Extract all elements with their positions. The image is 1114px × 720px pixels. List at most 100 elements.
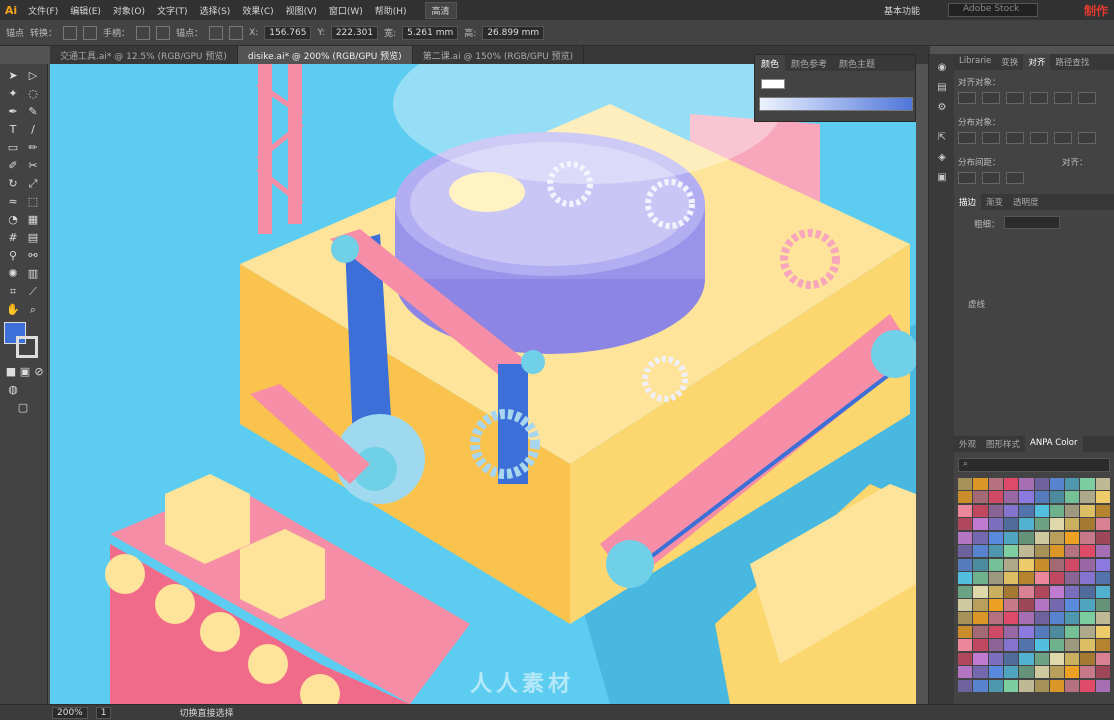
color-swatch[interactable] bbox=[988, 504, 1003, 517]
color-swatch[interactable] bbox=[1034, 518, 1049, 531]
color-swatch[interactable] bbox=[1049, 625, 1065, 638]
color-swatch[interactable] bbox=[1065, 639, 1080, 652]
color-swatch[interactable] bbox=[988, 612, 1003, 625]
rectangle-tool-icon[interactable]: ▭ bbox=[4, 140, 22, 156]
color-swatch[interactable] bbox=[1034, 652, 1049, 665]
color-swatch[interactable] bbox=[958, 585, 973, 598]
rotate-tool-icon[interactable]: ↻ bbox=[4, 176, 22, 192]
color-swatch[interactable] bbox=[1049, 652, 1065, 665]
color-swatch[interactable] bbox=[988, 518, 1003, 531]
color-swatch[interactable] bbox=[1095, 504, 1110, 517]
color-swatch[interactable] bbox=[988, 572, 1003, 585]
tab-pathfinder[interactable]: 路径查找 bbox=[1050, 54, 1094, 70]
color-swatch[interactable] bbox=[1019, 558, 1034, 571]
color-swatch[interactable] bbox=[1080, 598, 1095, 611]
shaper-tool-icon[interactable]: ✐ bbox=[4, 158, 22, 174]
color-swatch[interactable] bbox=[1034, 572, 1049, 585]
workspace-switcher[interactable]: 基本功能 bbox=[884, 4, 920, 17]
color-swatch[interactable] bbox=[1095, 531, 1110, 544]
stock-search-input[interactable]: Adobe Stock bbox=[948, 3, 1038, 17]
eyedropper-icon[interactable]: ⚲ bbox=[4, 248, 22, 264]
color-swatch[interactable] bbox=[958, 666, 973, 679]
color-swatch[interactable] bbox=[973, 558, 988, 571]
color-swatch[interactable] bbox=[988, 558, 1003, 571]
color-swatch[interactable] bbox=[973, 518, 988, 531]
color-swatch[interactable] bbox=[973, 545, 988, 558]
color-swatch[interactable] bbox=[1065, 625, 1080, 638]
color-swatch[interactable] bbox=[958, 558, 973, 571]
tab-color-guide[interactable]: 颜色参考 bbox=[785, 55, 833, 71]
color-swatch[interactable] bbox=[1003, 504, 1019, 517]
color-swatch[interactable] bbox=[973, 585, 988, 598]
color-swatch[interactable] bbox=[1080, 531, 1095, 544]
magic-wand-icon[interactable]: ✦ bbox=[4, 86, 22, 102]
color-swatch[interactable] bbox=[1065, 572, 1080, 585]
y-field[interactable]: 222.301 bbox=[330, 25, 379, 40]
warp-tool-icon[interactable]: ≈ bbox=[4, 194, 22, 210]
color-swatch[interactable] bbox=[1049, 504, 1065, 517]
color-swatch[interactable] bbox=[988, 652, 1003, 665]
zoom-field[interactable]: 200% bbox=[52, 706, 88, 719]
symbol-sprayer-icon[interactable]: ✺ bbox=[4, 266, 22, 282]
color-swatch[interactable] bbox=[1049, 679, 1065, 692]
color-swatch[interactable] bbox=[1019, 491, 1034, 504]
menu-view[interactable]: 视图(V) bbox=[280, 4, 323, 17]
color-swatch[interactable] bbox=[1034, 612, 1049, 625]
layers-icon[interactable]: ◈ bbox=[935, 152, 949, 166]
gradient-tool-icon[interactable]: ▤ bbox=[24, 230, 42, 246]
color-swatch[interactable] bbox=[1003, 625, 1019, 638]
color-swatch[interactable] bbox=[1095, 679, 1110, 692]
color-swatch[interactable] bbox=[958, 652, 973, 665]
color-swatch[interactable] bbox=[1080, 491, 1095, 504]
color-swatch[interactable] bbox=[1095, 585, 1110, 598]
color-swatch[interactable] bbox=[1003, 518, 1019, 531]
color-swatch[interactable] bbox=[1034, 666, 1049, 679]
color-swatch[interactable] bbox=[1080, 504, 1095, 517]
color-swatch[interactable] bbox=[1034, 478, 1049, 490]
blend-tool-icon[interactable]: ⚯ bbox=[24, 248, 42, 264]
color-swatch[interactable] bbox=[1049, 612, 1065, 625]
color-swatch[interactable] bbox=[958, 639, 973, 652]
color-swatch[interactable] bbox=[1049, 598, 1065, 611]
height-field[interactable]: 26.899 mm bbox=[482, 25, 545, 40]
color-swatch[interactable] bbox=[1095, 558, 1110, 571]
color-swatch[interactable] bbox=[1080, 585, 1095, 598]
spacing-buttons[interactable] bbox=[958, 172, 1024, 184]
color-swatch[interactable] bbox=[973, 639, 988, 652]
color-swatch[interactable] bbox=[1065, 679, 1080, 692]
color-swatch[interactable] bbox=[1095, 545, 1110, 558]
color-swatch[interactable] bbox=[1034, 679, 1049, 692]
color-swatch[interactable] bbox=[1065, 558, 1080, 571]
color-swatch[interactable] bbox=[1003, 652, 1019, 665]
color-swatch[interactable] bbox=[1034, 639, 1049, 652]
color-swatch[interactable] bbox=[1065, 531, 1080, 544]
color-swatch[interactable] bbox=[1080, 666, 1095, 679]
color-swatch[interactable] bbox=[958, 518, 973, 531]
export-icon[interactable]: ⇱ bbox=[935, 132, 949, 146]
graph-tool-icon[interactable]: ▥ bbox=[24, 266, 42, 282]
color-swatch[interactable] bbox=[958, 491, 973, 504]
color-swatch[interactable] bbox=[973, 531, 988, 544]
color-swatch[interactable] bbox=[988, 531, 1003, 544]
menu-object[interactable]: 对象(O) bbox=[107, 4, 151, 17]
screen-mode-icon[interactable]: ▢ bbox=[14, 400, 32, 416]
distribute-buttons[interactable] bbox=[958, 132, 1096, 144]
color-swatch[interactable] bbox=[1003, 666, 1019, 679]
width-field[interactable]: 5.261 mm bbox=[402, 25, 459, 40]
color-swatch[interactable] bbox=[973, 504, 988, 517]
color-swatch[interactable] bbox=[988, 491, 1003, 504]
color-swatch[interactable] bbox=[958, 679, 973, 692]
color-swatch[interactable] bbox=[1003, 612, 1019, 625]
x-field[interactable]: 156.765 bbox=[264, 25, 312, 40]
color-swatch[interactable] bbox=[1049, 531, 1065, 544]
tab-transform[interactable]: 变换 bbox=[996, 54, 1023, 70]
color-swatch[interactable] bbox=[958, 478, 973, 490]
color-swatch[interactable] bbox=[1019, 585, 1034, 598]
color-swatch[interactable] bbox=[973, 612, 988, 625]
color-swatch[interactable] bbox=[1034, 531, 1049, 544]
color-swatch[interactable] bbox=[1065, 666, 1080, 679]
artboards-icon[interactable]: ▣ bbox=[935, 172, 949, 186]
slice-tool-icon[interactable]: ⟋ bbox=[24, 284, 42, 300]
color-swatch[interactable] bbox=[988, 625, 1003, 638]
color-swatch[interactable] bbox=[973, 478, 988, 490]
